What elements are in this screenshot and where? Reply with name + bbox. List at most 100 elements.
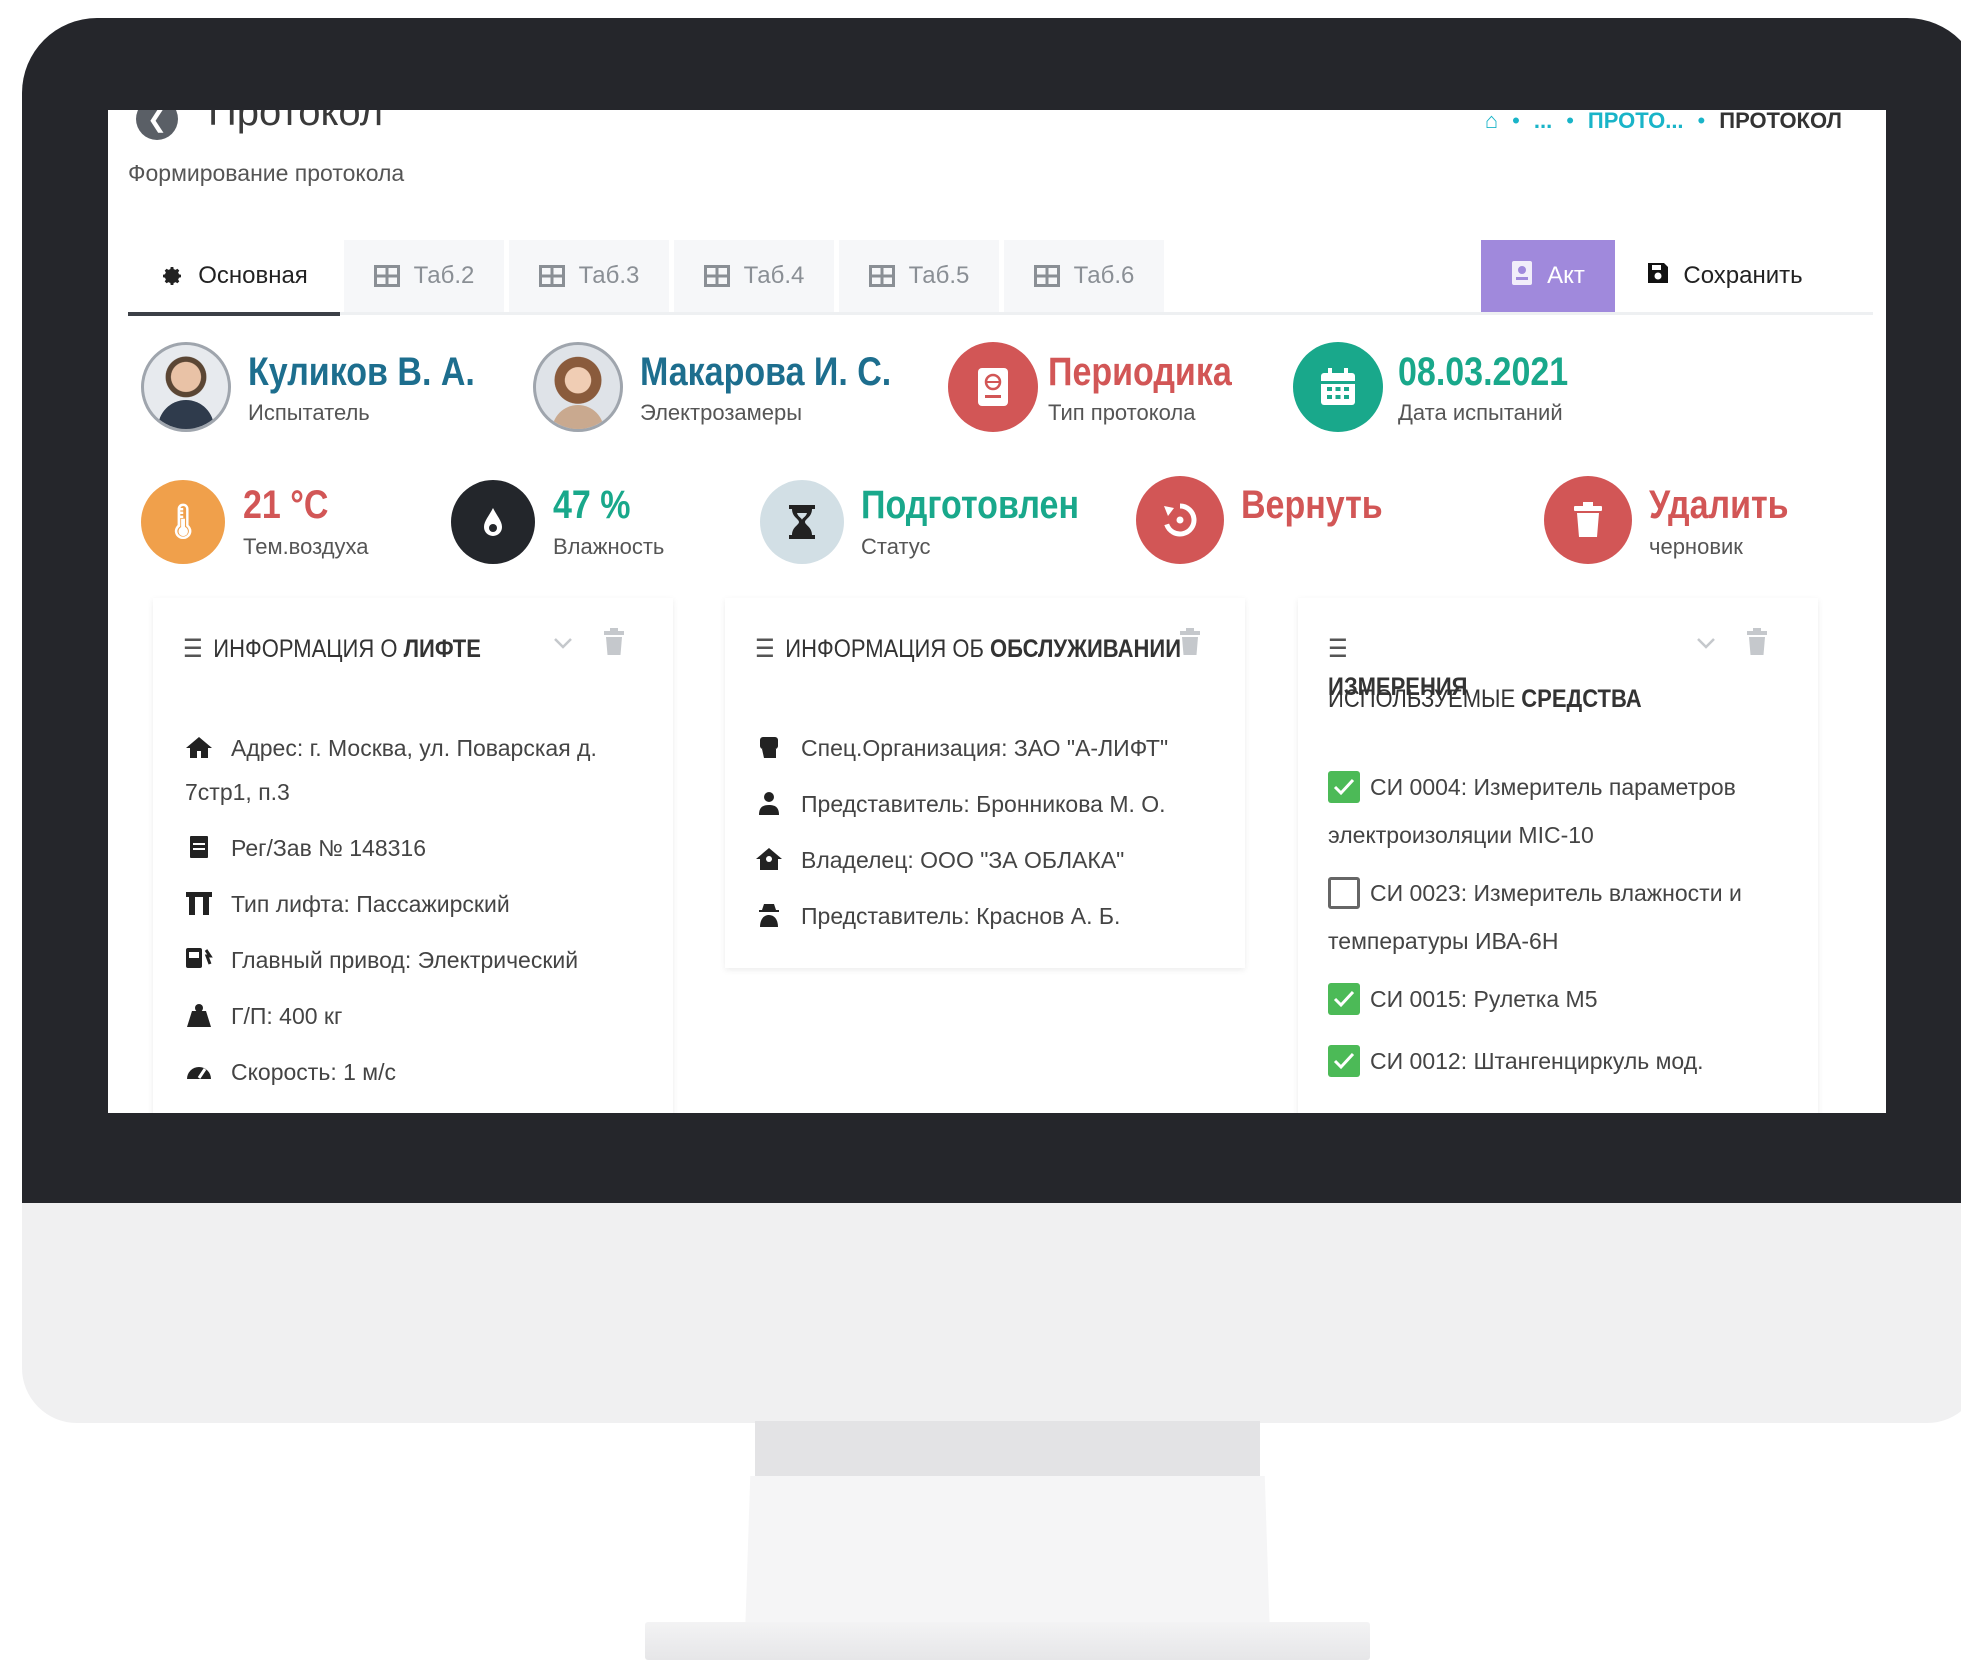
engine-icon [185, 938, 213, 971]
hourglass-icon [760, 480, 844, 564]
humidity-value: 47 % [553, 483, 631, 527]
speedometer-icon [185, 1050, 213, 1083]
protocol-type-value[interactable]: Периодика [1048, 350, 1232, 395]
status-value: Подготовлен [861, 483, 1079, 527]
house-user-icon [755, 838, 783, 871]
return-button[interactable]: Вернуть [1241, 483, 1383, 528]
document-icon [185, 826, 213, 859]
panel-title-normal: ИНФОРМАЦИЯ ОБ [785, 635, 984, 663]
lift-reg-number: Рег/Зав № 148316 [231, 835, 427, 861]
tab-5[interactable]: Таб.5 [839, 240, 999, 312]
delete-button[interactable]: Удалить [1649, 483, 1789, 528]
chevron-down-icon[interactable] [553, 636, 573, 654]
home-icon[interactable]: ⌂ [1485, 110, 1498, 134]
service-rep2: Представитель: Краснов А. Б. [801, 903, 1121, 929]
tab-label: Основная [198, 262, 308, 289]
save-button[interactable]: Сохранить [1615, 240, 1835, 312]
fist-icon [755, 726, 783, 759]
weight-icon [185, 994, 213, 1027]
service-rep1-row: Представитель: Бронникова М. О. [755, 782, 1166, 826]
service-rep2-row: Представитель: Краснов А. Б. [755, 894, 1120, 938]
trash-icon[interactable] [603, 628, 625, 661]
user-secret-icon [755, 894, 783, 927]
lift-address-row-cont: 7стр1, п.3 [185, 770, 290, 814]
monitor-stand [745, 1476, 1270, 1636]
delete-label: черновик [1649, 534, 1743, 559]
table-icon [373, 265, 400, 287]
tab-4[interactable]: Таб.4 [674, 240, 834, 312]
tab-2[interactable]: Таб.2 [344, 240, 504, 312]
user-tie-icon [755, 782, 783, 815]
checkbox-checked[interactable] [1328, 771, 1360, 803]
list-icon: ☰ [1328, 635, 1348, 663]
instrument-item: СИ 0023: Измеритель влажности и [1328, 869, 1742, 917]
trash-icon[interactable] [1544, 476, 1632, 564]
breadcrumb-ellipsis[interactable]: ... [1534, 110, 1552, 134]
tab-label: Таб.4 [743, 262, 805, 289]
chevron-down-icon[interactable] [1696, 636, 1716, 654]
checkbox-checked[interactable] [1328, 1045, 1360, 1077]
instruments-title-cont: ИЗМЕРЕНИЯ [1328, 668, 1467, 706]
table-icon [868, 265, 895, 287]
checkbox-checked[interactable] [1328, 983, 1360, 1015]
back-icon[interactable]: ❮ [136, 110, 178, 140]
lift-capacity: Г/П: 400 кг [231, 1003, 343, 1029]
breadcrumb-separator: • [1512, 110, 1520, 133]
table-icon [1033, 265, 1060, 287]
undo-icon[interactable] [1136, 476, 1224, 564]
test-date-value[interactable]: 08.03.2021 [1398, 350, 1568, 395]
breadcrumb-separator: • [1566, 110, 1574, 133]
avatar-engineer [533, 342, 623, 432]
calendar-icon [1293, 342, 1383, 432]
tab-label: Таб.6 [1073, 262, 1135, 289]
akt-button[interactable]: Акт [1481, 240, 1615, 312]
checkbox-unchecked[interactable] [1328, 877, 1360, 909]
monitor-base [645, 1622, 1370, 1660]
tester-name[interactable]: Куликов В. А. [248, 350, 475, 395]
service-rep1: Представитель: Бронникова М. О. [801, 791, 1166, 817]
panel-title-bold: СРЕДСТВА [1521, 685, 1642, 713]
breadcrumb-separator: • [1697, 110, 1706, 133]
service-info-title: ☰ ИНФОРМАЦИЯ ОБ ОБСЛУЖИВАНИИ [755, 630, 1181, 668]
breadcrumb-parent[interactable]: ПРОТО... [1588, 110, 1684, 134]
service-info-panel: ☰ ИНФОРМАЦИЯ ОБ ОБСЛУЖИВАНИИ Спец.Органи… [725, 598, 1245, 968]
instrument-label: СИ 0004: Измеритель параметров [1370, 774, 1736, 800]
avatar-tester [141, 342, 231, 432]
temperature-label: Тем.воздуха [243, 534, 369, 559]
lift-info-title: ☰ ИНФОРМАЦИЯ О ЛИФТЕ [183, 630, 481, 668]
lift-capacity-row: Г/П: 400 кг [185, 994, 342, 1038]
home-icon [185, 726, 213, 759]
lift-reg-row: Рег/Зав № 148316 [185, 826, 426, 870]
save-label: Сохранить [1683, 262, 1803, 289]
trash-icon[interactable] [1746, 628, 1768, 661]
temperature-value: 21 °C [243, 483, 329, 527]
table-icon [538, 265, 565, 287]
breadcrumb: ⌂ • ... • ПРОТО... • ПРОТОКОЛ [1485, 110, 1842, 134]
lift-speed: Скорость: 1 м/с [231, 1059, 396, 1085]
instrument-label: СИ 0015: Рулетка М5 [1370, 986, 1598, 1012]
lift-address: Адрес: г. Москва, ул. Поварская д. [231, 735, 597, 761]
panel-title-bold: ЛИФТЕ [403, 635, 481, 663]
droplet-icon [451, 480, 535, 564]
engineer-name[interactable]: Макарова И. С. [640, 350, 891, 395]
lift-drive-row: Главный привод: Электрический [185, 938, 578, 982]
tab-main[interactable]: Основная [128, 240, 340, 316]
table-icon [703, 265, 730, 287]
instruments-panel-tools [1696, 628, 1768, 661]
instrument-item: СИ 0012: Штангенциркуль мод. [1328, 1037, 1704, 1085]
trash-icon[interactable] [1179, 628, 1201, 661]
status-label: Статус [861, 534, 931, 559]
humidity-label: Влажность [553, 534, 665, 559]
tab-3[interactable]: Таб.3 [509, 240, 669, 312]
panel-title-bold-cont: ИЗМЕРЕНИЯ [1328, 673, 1468, 701]
instrument-label-cont: электроизоляции MIC-10 [1328, 822, 1594, 848]
monitor-stand-neck [755, 1421, 1260, 1476]
protocol-type-label: Тип протокола [1048, 400, 1196, 425]
tab-6[interactable]: Таб.6 [1004, 240, 1164, 312]
tester-label: Испытатель [248, 400, 370, 425]
lift-drive: Главный привод: Электрический [231, 947, 579, 973]
service-org-row: Спец.Организация: ЗАО "А-ЛИФТ" [755, 726, 1168, 770]
lift-speed-row: Скорость: 1 м/с [185, 1050, 396, 1094]
app-screen: ❮ Протокол Формирование протокола ⌂ • ..… [108, 110, 1886, 1113]
lift-info-panel: ☰ ИНФОРМАЦИЯ О ЛИФТЕ Адрес: г. Москва, у… [153, 598, 673, 1113]
